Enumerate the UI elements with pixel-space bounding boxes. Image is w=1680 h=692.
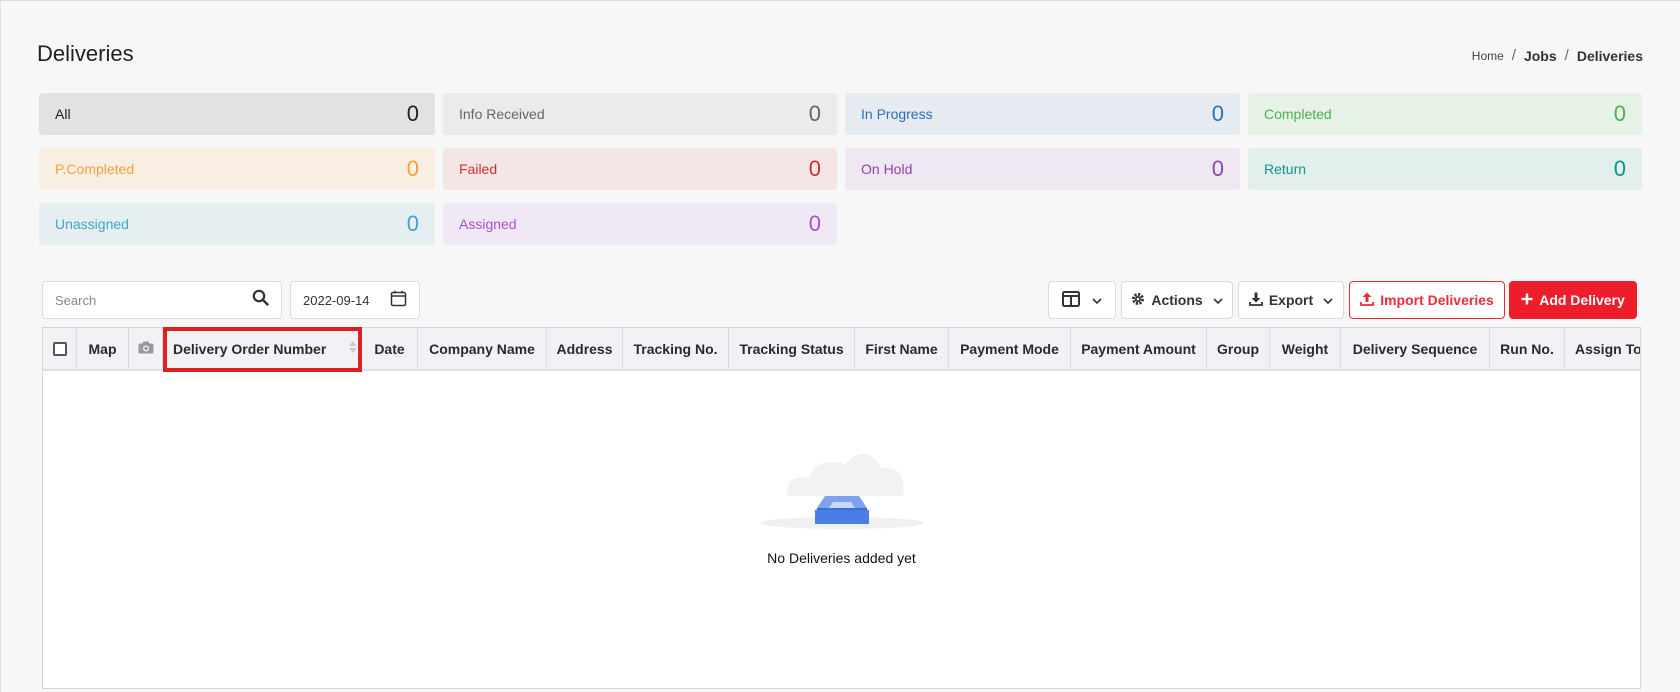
empty-state: No Deliveries added yet xyxy=(43,438,1640,566)
status-tile-label: Info Received xyxy=(459,106,545,122)
search-input[interactable] xyxy=(55,292,235,308)
actions-label: Actions xyxy=(1151,292,1203,308)
status-tile-label: Assigned xyxy=(459,216,517,232)
status-tile-count: 0 xyxy=(808,156,821,181)
column-header-group[interactable]: Group xyxy=(1207,328,1270,369)
search-box xyxy=(42,281,282,319)
import-deliveries-label: Import Deliveries xyxy=(1380,292,1494,308)
add-delivery-button[interactable]: Add Delivery xyxy=(1509,281,1637,319)
status-tile-assigned[interactable]: Assigned 0 xyxy=(443,203,837,245)
chevron-down-icon xyxy=(1092,292,1102,308)
date-picker[interactable]: 2022-09-14 xyxy=(290,281,420,319)
chevron-down-icon xyxy=(1213,292,1223,308)
actions-button[interactable]: Actions xyxy=(1121,281,1233,319)
calendar-icon[interactable] xyxy=(390,290,407,310)
export-label: Export xyxy=(1268,292,1314,308)
column-header-assign-to[interactable]: Assign To xyxy=(1565,328,1640,369)
status-tile-count: 0 xyxy=(808,211,821,236)
status-tile-label: In Progress xyxy=(861,106,933,122)
columns-icon xyxy=(1062,290,1080,310)
breadcrumb-separator: / xyxy=(1564,47,1569,64)
status-tile-unassigned[interactable]: Unassigned 0 xyxy=(39,203,435,245)
status-tile-count: 0 xyxy=(406,156,419,181)
download-icon xyxy=(1248,292,1263,309)
upload-icon xyxy=(1360,292,1375,309)
status-tile-label: Failed xyxy=(459,161,498,177)
status-tile-label: Unassigned xyxy=(55,216,129,232)
table-header: Map Delivery Order Number Date Company N… xyxy=(43,328,1640,371)
column-header-photo[interactable] xyxy=(129,328,163,369)
empty-message: No Deliveries added yet xyxy=(767,550,916,566)
status-tile-count: 0 xyxy=(406,211,419,236)
status-tile-label: Completed xyxy=(1264,106,1332,122)
breadcrumb-home[interactable]: Home xyxy=(1472,49,1504,63)
breadcrumb-separator: / xyxy=(1511,47,1516,64)
column-header-tracking-status[interactable]: Tracking Status xyxy=(729,328,855,369)
column-header-map[interactable]: Map xyxy=(77,328,129,369)
status-tile-completed[interactable]: Completed 0 xyxy=(1248,93,1642,135)
add-delivery-label: Add Delivery xyxy=(1539,292,1625,308)
status-tile-info-received[interactable]: Info Received 0 xyxy=(443,93,837,135)
column-header-payment-amount[interactable]: Payment Amount xyxy=(1071,328,1207,369)
status-tile-count: 0 xyxy=(1613,156,1626,181)
breadcrumb-current: Deliveries xyxy=(1576,47,1643,64)
column-header-date[interactable]: Date xyxy=(362,328,418,369)
column-header-first-name[interactable]: First Name xyxy=(855,328,949,369)
status-tile-label: All xyxy=(55,106,71,122)
column-header-label: Delivery Order Number xyxy=(173,340,327,357)
status-tile-count: 0 xyxy=(1211,101,1224,126)
column-header-weight[interactable]: Weight xyxy=(1270,328,1341,369)
status-tile-label: Return xyxy=(1264,161,1307,177)
camera-icon xyxy=(138,341,154,357)
export-button[interactable]: Export xyxy=(1238,281,1344,319)
status-tile-count: 0 xyxy=(406,101,419,126)
sort-icon[interactable] xyxy=(349,341,357,353)
columns-toggle-button[interactable] xyxy=(1048,281,1116,319)
column-header-delivery-order-number[interactable]: Delivery Order Number xyxy=(163,328,362,369)
deliveries-table: Map Delivery Order Number Date Company N… xyxy=(42,327,1641,689)
search-icon[interactable] xyxy=(252,289,269,311)
column-header-address[interactable]: Address xyxy=(547,328,623,369)
select-all-checkbox[interactable] xyxy=(52,341,67,356)
status-tile-count: 0 xyxy=(808,101,821,126)
select-all-cell xyxy=(43,328,77,369)
status-tile-p-completed[interactable]: P.Completed 0 xyxy=(39,148,435,190)
column-header-delivery-sequence[interactable]: Delivery Sequence xyxy=(1341,328,1490,369)
status-tile-on-hold[interactable]: On Hold 0 xyxy=(845,148,1240,190)
status-tile-in-progress[interactable]: In Progress 0 xyxy=(845,93,1240,135)
column-header-company-name[interactable]: Company Name xyxy=(418,328,547,369)
status-tile-label: On Hold xyxy=(861,161,913,177)
status-tile-return[interactable]: Return 0 xyxy=(1248,148,1642,190)
chevron-down-icon xyxy=(1323,292,1333,308)
import-deliveries-button[interactable]: Import Deliveries xyxy=(1349,281,1505,319)
column-header-payment-mode[interactable]: Payment Mode xyxy=(949,328,1071,369)
page-title: Deliveries xyxy=(37,41,134,66)
column-header-run-no[interactable]: Run No. xyxy=(1490,328,1565,369)
plus-icon xyxy=(1521,292,1533,308)
date-value: 2022-09-14 xyxy=(303,292,370,308)
breadcrumb-jobs[interactable]: Jobs xyxy=(1524,48,1557,64)
status-tile-failed[interactable]: Failed 0 xyxy=(443,148,837,190)
gear-icon xyxy=(1131,292,1145,309)
empty-inbox-icon xyxy=(757,438,927,538)
status-tile-all[interactable]: All 0 xyxy=(39,93,435,135)
breadcrumb: Home / Jobs / Deliveries xyxy=(1472,47,1643,64)
column-header-tracking-no[interactable]: Tracking No. xyxy=(623,328,729,369)
status-tile-count: 0 xyxy=(1613,101,1626,126)
status-tile-label: P.Completed xyxy=(55,161,135,177)
status-tile-count: 0 xyxy=(1211,156,1224,181)
